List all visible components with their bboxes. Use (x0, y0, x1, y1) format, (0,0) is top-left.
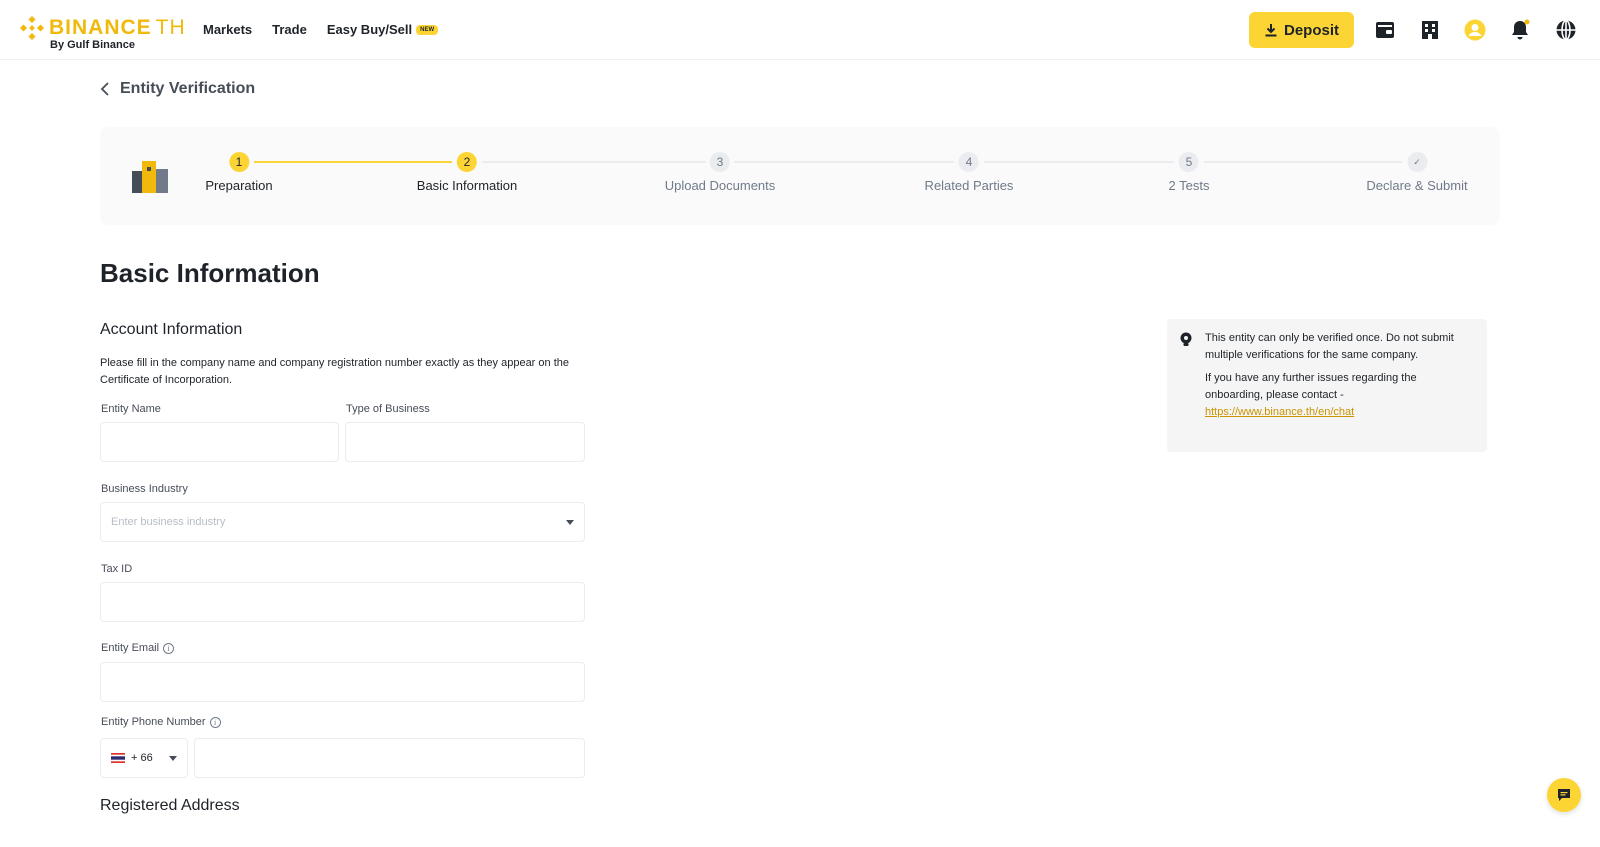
info-icon[interactable]: i (163, 642, 175, 654)
logo-brand: BINANCE (49, 16, 152, 39)
step-preparation[interactable]: 1 Preparation (205, 152, 273, 193)
type-of-business-input[interactable] (345, 422, 585, 462)
building-illustration-icon (132, 161, 168, 193)
back-button[interactable]: Entity Verification (100, 80, 255, 98)
nav-trade-label: Trade (272, 22, 307, 37)
registered-address-title: Registered Address (100, 797, 240, 814)
entity-name-label-text: Entity Name (101, 403, 161, 415)
page-title: Entity Verification (120, 80, 256, 97)
entity-email-input[interactable] (100, 662, 585, 702)
verification-stepper: 1 Preparation 2 Basic Information 3 Uplo… (100, 127, 1500, 225)
chat-icon (1558, 789, 1570, 801)
step-label: 2 Tests (1168, 178, 1210, 193)
tax-id-label-text: Tax ID (101, 563, 133, 575)
step-label: Preparation (205, 178, 273, 193)
nav-trade[interactable]: Trade (272, 22, 307, 37)
nav-markets[interactable]: Markets (203, 22, 252, 37)
binance-logo-icon (20, 16, 44, 40)
tax-id-label: Tax ID (101, 563, 132, 575)
business-industry-select[interactable]: Enter business industry (100, 502, 585, 542)
info-notice-box: This entity can only be verified once. D… (1167, 319, 1487, 452)
main-nav: Markets Trade Easy Buy/Sell NEW (203, 22, 439, 37)
business-industry-label-text: Business Industry (101, 483, 188, 495)
info-line-1: This entity can only be verified once. D… (1205, 332, 1454, 361)
deposit-label: Deposit (1283, 21, 1339, 39)
step-number: 1 (229, 152, 249, 172)
info-line-2: If you have any further issues regarding… (1205, 370, 1455, 421)
entity-email-label-text: Entity Email (101, 642, 160, 654)
business-industry-label: Business Industry (101, 483, 188, 495)
nav-markets-label: Markets (203, 22, 253, 37)
entity-name-label: Entity Name (101, 403, 161, 415)
entity-phone-label: Entity Phone Number i (101, 716, 221, 728)
user-avatar-icon[interactable] (1463, 18, 1487, 42)
entity-email-label: Entity Email i (101, 642, 175, 654)
lightbulb-icon (1180, 332, 1192, 346)
info-text: This entity can only be verified once. D… (1205, 330, 1455, 421)
step-declare-submit[interactable]: ✓ Declare & Submit (1366, 152, 1468, 193)
chevron-left-icon (100, 82, 109, 96)
wallet-icon[interactable] (1373, 18, 1397, 42)
step-label: Declare & Submit (1366, 178, 1468, 193)
step-check: ✓ (1407, 152, 1427, 172)
thailand-flag-icon (111, 753, 125, 763)
new-badge: NEW (416, 24, 439, 35)
info-line-2-text: If you have any further issues regarding… (1205, 372, 1417, 401)
step-number: 2 (457, 152, 477, 172)
step-basic-information[interactable]: 2 Basic Information (417, 152, 517, 193)
support-chat-link[interactable]: https://www.binance.th/en/chat (1205, 406, 1354, 418)
entity-phone-input[interactable] (194, 738, 585, 778)
entity-name-input[interactable] (100, 422, 339, 462)
nav-easy-buy-sell[interactable]: Easy Buy/Sell NEW (326, 22, 439, 37)
chat-support-button[interactable] (1547, 778, 1581, 812)
type-of-business-label-text: Type of Business (346, 403, 430, 415)
step-label: Basic Information (416, 178, 518, 193)
step-label: Related Parties (924, 178, 1014, 193)
deposit-button[interactable]: Deposit (1249, 12, 1354, 48)
form-heading: Basic Information (100, 258, 320, 288)
tax-id-input[interactable] (100, 582, 585, 622)
step-number: 3 (710, 152, 730, 172)
caret-down-icon (566, 519, 574, 525)
step-related-parties[interactable]: 4 Related Parties (924, 152, 1014, 193)
globe-icon[interactable] (1554, 18, 1578, 42)
info-icon[interactable]: i (209, 716, 221, 728)
step-2-tests[interactable]: 5 2 Tests (1168, 152, 1210, 193)
binance-th-logo[interactable]: BINANCE TH By Gulf Binance (20, 14, 190, 51)
account-information-description: Please fill in the company name and comp… (100, 357, 569, 386)
nav-easy-buy-sell-label: Easy Buy/Sell (326, 22, 413, 37)
logo-subtitle: By Gulf Binance (50, 39, 135, 51)
type-of-business-label: Type of Business (346, 403, 430, 415)
download-icon (1265, 24, 1277, 37)
business-industry-placeholder: Enter business industry (111, 516, 226, 528)
bell-icon[interactable] (1508, 18, 1532, 42)
logo-suffix: TH (155, 16, 186, 39)
account-information-title: Account Information (100, 321, 243, 338)
step-number: 5 (1178, 152, 1199, 172)
logo-wordmark: BINANCE TH (49, 16, 186, 40)
step-number: 4 (958, 152, 979, 172)
building-icon[interactable] (1418, 18, 1442, 42)
top-header: BINANCE TH By Gulf Binance Markets Trade … (0, 0, 1600, 60)
step-upload-documents[interactable]: 3 Upload Documents (664, 152, 776, 193)
caret-down-icon (169, 755, 177, 761)
step-label: Upload Documents (664, 178, 776, 193)
entity-phone-label-text: Entity Phone Number (101, 716, 206, 728)
country-code-select[interactable]: + 66 (100, 738, 188, 778)
country-code-value: + 66 (131, 752, 153, 764)
